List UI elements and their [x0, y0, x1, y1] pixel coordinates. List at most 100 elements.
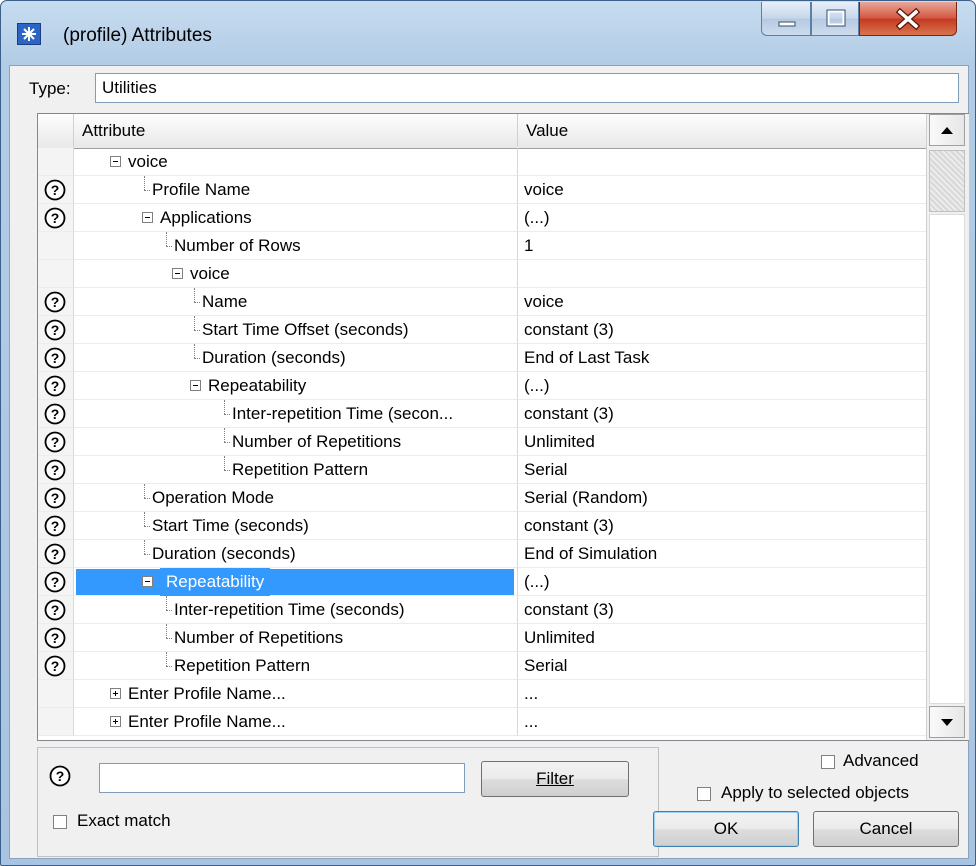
collapse-icon[interactable]	[190, 380, 201, 391]
value-cell[interactable]: (...)	[518, 568, 926, 596]
row-start-time-offset[interactable]: ? Start Time Offset (seconds) constant (3)	[38, 316, 926, 344]
attribute-cell[interactable]: Operation Mode	[74, 484, 518, 512]
vertical-scrollbar[interactable]	[926, 114, 969, 740]
close-button[interactable]	[859, 2, 957, 36]
value-cell[interactable]: Serial	[518, 456, 926, 484]
row-operation-mode[interactable]: ? Operation Mode Serial (Random)	[38, 484, 926, 512]
title-bar[interactable]: (profile) Attributes	[1, 1, 975, 65]
attribute-cell[interactable]: Number of Rows	[74, 232, 518, 260]
question-circle-icon[interactable]: ?	[44, 319, 66, 341]
value-cell[interactable]	[518, 148, 926, 176]
attribute-cell[interactable]: Repetition Pattern	[74, 652, 518, 680]
value-cell[interactable]: Unlimited	[518, 624, 926, 652]
question-circle-icon[interactable]: ?	[44, 347, 66, 369]
value-cell[interactable]: (...)	[518, 372, 926, 400]
question-circle-icon[interactable]: ?	[44, 403, 66, 425]
attribute-cell[interactable]: Applications	[74, 204, 518, 232]
collapse-icon[interactable]	[172, 268, 183, 279]
value-cell[interactable]: (...)	[518, 204, 926, 232]
row-duration[interactable]: ? Duration (seconds) End of Simulation	[38, 540, 926, 568]
question-circle-icon[interactable]: ?	[44, 207, 66, 229]
row-enter-profile-name-1[interactable]: Enter Profile Name......	[38, 680, 926, 708]
question-circle-icon[interactable]: ?	[44, 179, 66, 201]
exact-match-label[interactable]: Exact match	[77, 811, 171, 831]
header-value[interactable]: Value	[518, 114, 926, 147]
exact-match-checkbox[interactable]	[53, 815, 67, 829]
row-profile-name[interactable]: ? Profile Name voice	[38, 176, 926, 204]
value-cell[interactable]: constant (3)	[518, 596, 926, 624]
attribute-cell[interactable]: Start Time (seconds)	[74, 512, 518, 540]
apply-selected-checkbox[interactable]	[697, 787, 711, 801]
filter-button[interactable]: Filter	[481, 761, 629, 797]
scroll-track[interactable]	[929, 214, 965, 704]
apply-selected-label[interactable]: Apply to selected objects	[721, 783, 909, 803]
attribute-cell[interactable]: Inter-repetition Time (seconds)	[74, 596, 518, 624]
question-circle-icon[interactable]: ?	[44, 655, 66, 677]
collapse-icon[interactable]	[110, 156, 121, 167]
row-applications[interactable]: ? Applications (...)	[38, 204, 926, 232]
header-attribute[interactable]: Attribute	[74, 114, 518, 147]
attribute-cell[interactable]: Profile Name	[74, 176, 518, 204]
attribute-cell[interactable]: Repeatability	[74, 568, 518, 596]
row-repetition-pattern[interactable]: ? Repetition Pattern Serial	[38, 652, 926, 680]
scroll-thumb[interactable]	[929, 150, 965, 212]
attribute-cell[interactable]: Enter Profile Name...	[74, 708, 518, 736]
row-app-repeatability[interactable]: ? Repeatability (...)	[38, 372, 926, 400]
attribute-cell[interactable]: Number of Repetitions	[74, 428, 518, 456]
question-circle-icon[interactable]: ?	[49, 765, 71, 787]
attribute-cell[interactable]: Name	[74, 288, 518, 316]
advanced-checkbox[interactable]	[821, 755, 835, 769]
expand-icon[interactable]	[110, 716, 121, 727]
value-cell[interactable]: Unlimited	[518, 428, 926, 456]
value-cell[interactable]: Serial	[518, 652, 926, 680]
type-field[interactable]: Utilities	[95, 73, 959, 103]
scroll-down-button[interactable]	[929, 706, 965, 738]
value-cell[interactable]: Serial (Random)	[518, 484, 926, 512]
attribute-cell[interactable]: Repeatability	[74, 372, 518, 400]
attribute-cell[interactable]: Number of Repetitions	[74, 624, 518, 652]
value-cell[interactable]	[518, 260, 926, 288]
question-circle-icon[interactable]: ?	[44, 375, 66, 397]
value-cell[interactable]: voice	[518, 288, 926, 316]
row-app-inter-repetition[interactable]: ? Inter-repetition Time (secon... constant…	[38, 400, 926, 428]
attribute-cell[interactable]: voice	[74, 260, 518, 288]
row-app-duration[interactable]: ? Duration (seconds) End of Last Task	[38, 344, 926, 372]
question-circle-icon[interactable]: ?	[44, 515, 66, 537]
row-app-number-repetitions[interactable]: ? Number of Repetitions Unlimited	[38, 428, 926, 456]
row-enter-profile-name-2[interactable]: Enter Profile Name......	[38, 708, 926, 736]
group-voice-app[interactable]: voice	[38, 260, 926, 288]
question-circle-icon[interactable]: ?	[44, 459, 66, 481]
row-app-repetition-pattern[interactable]: ? Repetition Pattern Serial	[38, 456, 926, 484]
row-inter-repetition[interactable]: ? Inter-repetition Time (seconds) constant…	[38, 596, 926, 624]
maximize-button[interactable]	[811, 2, 859, 36]
question-circle-icon[interactable]: ?	[44, 599, 66, 621]
value-cell[interactable]: ...	[518, 680, 926, 708]
group-voice[interactable]: voice	[38, 148, 926, 176]
value-cell[interactable]: voice	[518, 176, 926, 204]
row-number-repetitions[interactable]: ? Number of Repetitions Unlimited	[38, 624, 926, 652]
attribute-cell[interactable]: Repetition Pattern	[74, 456, 518, 484]
question-circle-icon[interactable]: ?	[44, 571, 66, 593]
value-cell[interactable]: constant (3)	[518, 512, 926, 540]
value-cell[interactable]: End of Last Task	[518, 344, 926, 372]
row-repeatability[interactable]: ? Repeatability (...)	[38, 568, 926, 596]
question-circle-icon[interactable]: ?	[44, 543, 66, 565]
row-start-time[interactable]: ? Start Time (seconds) constant (3)	[38, 512, 926, 540]
attribute-cell[interactable]: voice	[74, 148, 518, 176]
attribute-cell[interactable]: Duration (seconds)	[74, 540, 518, 568]
row-number-of-rows[interactable]: Number of Rows 1	[38, 232, 926, 260]
collapse-icon[interactable]	[142, 576, 153, 587]
attribute-cell[interactable]: Enter Profile Name...	[74, 680, 518, 708]
attribute-cell[interactable]: Start Time Offset (seconds)	[74, 316, 518, 344]
collapse-icon[interactable]	[142, 212, 153, 223]
advanced-label[interactable]: Advanced	[843, 751, 919, 771]
filter-input[interactable]	[99, 763, 465, 793]
minimize-button[interactable]	[761, 2, 811, 36]
question-circle-icon[interactable]: ?	[44, 291, 66, 313]
attribute-cell[interactable]: Inter-repetition Time (secon...	[74, 400, 518, 428]
value-cell[interactable]: 1	[518, 232, 926, 260]
question-circle-icon[interactable]: ?	[44, 627, 66, 649]
question-circle-icon[interactable]: ?	[44, 487, 66, 509]
attribute-cell[interactable]: Duration (seconds)	[74, 344, 518, 372]
value-cell[interactable]: End of Simulation	[518, 540, 926, 568]
